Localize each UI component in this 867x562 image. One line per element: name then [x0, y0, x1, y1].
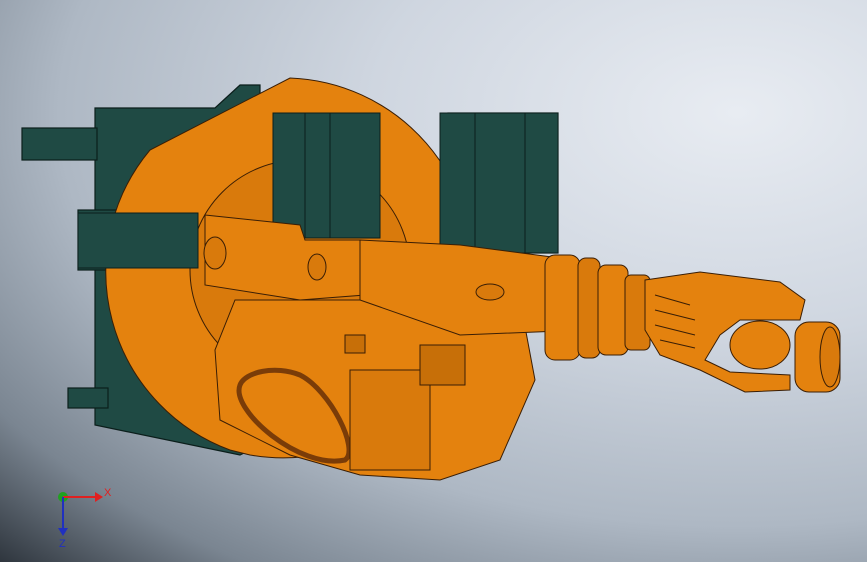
- axis-triad: X Z: [58, 487, 112, 550]
- left-cable-overlay: [77, 212, 199, 269]
- motor-block-1-overlay: [272, 112, 381, 239]
- arm-cylinder: [544, 254, 581, 361]
- x-axis-arrow: [95, 492, 103, 502]
- x-axis-label: X: [104, 487, 112, 499]
- arm-bolt-2: [307, 253, 327, 281]
- wrist-assembly: [644, 271, 841, 393]
- bottom-left-port: [67, 387, 109, 409]
- robot-model-view[interactable]: X Z: [0, 0, 867, 562]
- arm-cylinder-ring-1: [577, 257, 601, 359]
- z-axis-label: Z: [59, 538, 66, 550]
- motor-block-2-overlay: [439, 112, 559, 254]
- cad-viewport[interactable]: X Z: [0, 0, 867, 562]
- arm-cylinder-ring-2: [597, 264, 629, 356]
- wrist-joint-cavity: [729, 320, 791, 370]
- shoulder-bolt: [344, 334, 366, 354]
- shoulder-panel-1: [349, 369, 431, 471]
- z-axis-arrow: [58, 528, 68, 536]
- arm-slot: [475, 283, 505, 301]
- tool-flange-face: [819, 326, 841, 388]
- arm-bolt-1: [203, 236, 227, 270]
- left-connector: [21, 127, 98, 161]
- shoulder-panel-2: [419, 344, 466, 386]
